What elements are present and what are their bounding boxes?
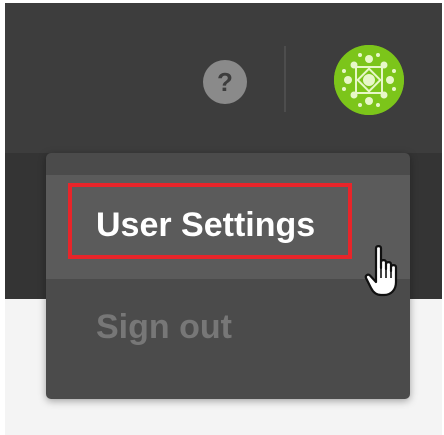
hand-pointer-cursor-icon: [364, 245, 398, 297]
user-dropdown-menu: User Settings Sign out: [46, 153, 410, 399]
header-divider: [284, 46, 286, 112]
help-icon[interactable]: ?: [203, 60, 247, 104]
user-settings-menu-item[interactable]: User Settings: [46, 175, 410, 279]
avatar-pattern-icon: [334, 45, 404, 115]
sign-out-label: Sign out: [96, 308, 232, 346]
user-settings-label: User Settings: [96, 206, 316, 244]
user-avatar[interactable]: [334, 45, 404, 115]
sign-out-menu-item[interactable]: Sign out: [46, 279, 410, 383]
help-icon-glyph: ?: [217, 67, 233, 97]
